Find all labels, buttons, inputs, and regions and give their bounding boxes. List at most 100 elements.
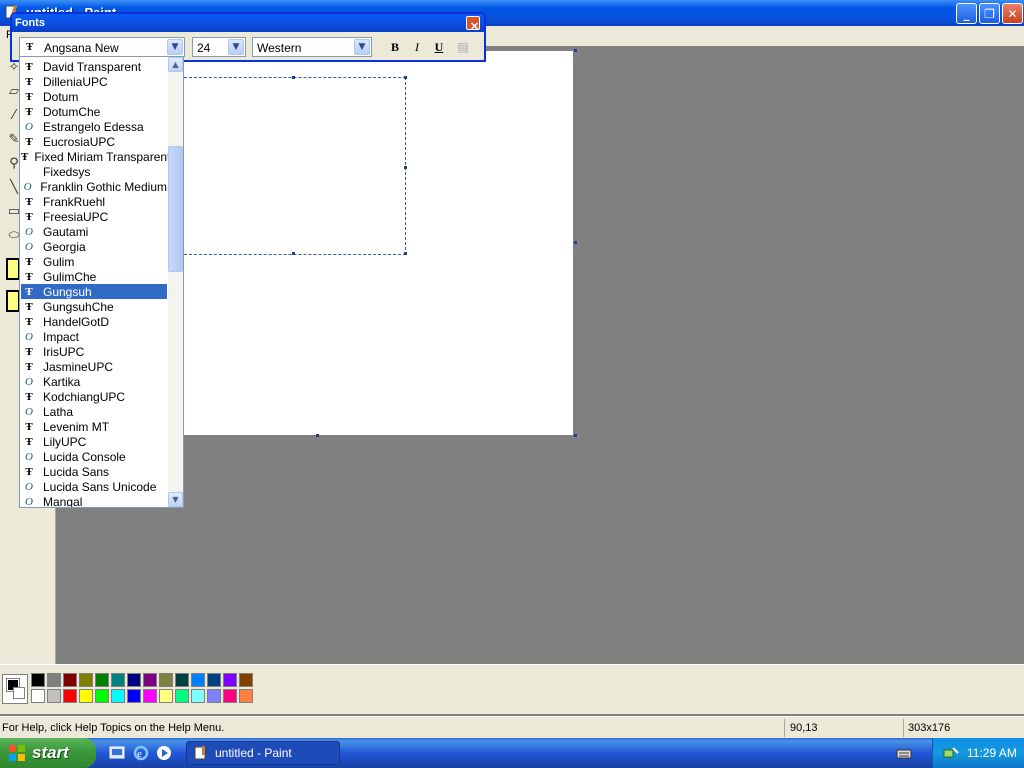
font-list-item[interactable]: O Lucida Sans Unicode xyxy=(21,479,167,494)
color-swatch[interactable] xyxy=(79,689,93,703)
font-list-item[interactable]: O Estrangelo Edessa xyxy=(21,119,167,134)
font-list-item[interactable]: Ŧ HandelGotD xyxy=(21,314,167,329)
color-swatch[interactable] xyxy=(111,673,125,687)
color-swatch[interactable] xyxy=(127,689,141,703)
color-swatch[interactable] xyxy=(143,673,157,687)
resize-handle[interactable] xyxy=(404,76,407,79)
color-swatch[interactable] xyxy=(159,673,173,687)
color-swatch[interactable] xyxy=(31,673,45,687)
color-swatch[interactable] xyxy=(159,689,173,703)
minimize-button[interactable]: _ xyxy=(956,3,977,24)
chevron-down-icon[interactable]: ▼ xyxy=(228,39,244,55)
font-list-item[interactable]: Ŧ DilleniaUPC xyxy=(21,74,167,89)
color-swatch[interactable] xyxy=(63,673,77,687)
font-list-item-label: KodchiangUPC xyxy=(43,389,126,404)
keyboard-icon[interactable] xyxy=(896,746,912,762)
color-swatch[interactable] xyxy=(207,689,221,703)
color-swatch[interactable] xyxy=(31,689,45,703)
font-list-item[interactable]: Fixedsys xyxy=(21,164,167,179)
opaque-option[interactable] xyxy=(6,258,20,280)
chevron-down-icon[interactable]: ▼ xyxy=(354,39,370,55)
color-swatch[interactable] xyxy=(63,689,77,703)
font-list-item[interactable]: Ŧ Fixed Miriam Transparent xyxy=(21,149,170,164)
color-swatch[interactable] xyxy=(191,689,205,703)
font-list-item[interactable]: O Gautami xyxy=(21,224,167,239)
network-icon[interactable] xyxy=(943,745,959,761)
chevron-down-icon[interactable]: ▼ xyxy=(167,39,183,55)
font-list-item[interactable]: Ŧ GulimChe xyxy=(21,269,167,284)
font-list-item[interactable]: Ŧ Gulim xyxy=(21,254,167,269)
font-list-item[interactable]: O Georgia xyxy=(21,239,167,254)
font-list-item[interactable]: Ŧ FrankRuehl xyxy=(21,194,167,209)
font-list-item[interactable]: Ŧ EucrosiaUPC xyxy=(21,134,167,149)
font-list-item[interactable]: Ŧ Gungsuh xyxy=(21,284,167,299)
vertical-text-button[interactable]: ▤ xyxy=(453,38,473,56)
italic-button[interactable]: I xyxy=(407,38,427,56)
scroll-up-button[interactable]: ▲ xyxy=(168,57,183,72)
opentype-icon: O xyxy=(25,225,33,238)
font-list-item[interactable]: Ŧ LilyUPC xyxy=(21,434,167,449)
canvas-resize-handle[interactable] xyxy=(316,434,319,437)
color-swatch[interactable] xyxy=(223,673,237,687)
bold-button[interactable]: B xyxy=(385,38,405,56)
resize-handle[interactable] xyxy=(404,252,407,255)
font-list-item[interactable]: Ŧ JasmineUPC xyxy=(21,359,167,374)
font-name-dropdown[interactable]: Ŧ Angsana New ▼ xyxy=(19,37,185,57)
color-swatch[interactable] xyxy=(47,689,61,703)
maximize-button[interactable]: ❐ xyxy=(979,3,1000,24)
font-list-item[interactable]: Ŧ FreesiaUPC xyxy=(21,209,167,224)
font-list-item[interactable]: Ŧ DotumChe xyxy=(21,104,167,119)
scroll-down-button[interactable]: ▼ xyxy=(168,492,183,507)
resize-handle[interactable] xyxy=(404,166,407,169)
font-list-dropdown[interactable]: Ŧ David Transparent Ŧ DilleniaUPC Ŧ Dotum Ŧ Dot… xyxy=(19,56,184,508)
font-size-dropdown[interactable]: 24 ▼ xyxy=(192,37,246,57)
color-swatch[interactable] xyxy=(239,689,253,703)
canvas-resize-handle[interactable] xyxy=(574,49,577,52)
color-swatch[interactable] xyxy=(127,673,141,687)
font-list-item[interactable]: O Lucida Console xyxy=(21,449,167,464)
color-swatch[interactable] xyxy=(191,673,205,687)
color-swatch[interactable] xyxy=(239,673,253,687)
font-list-item[interactable]: Ŧ Dotum xyxy=(21,89,167,104)
font-list-item[interactable]: O Kartika xyxy=(21,374,167,389)
close-button[interactable]: ✕ xyxy=(1002,3,1023,24)
color-swatch[interactable] xyxy=(95,689,109,703)
show-desktop-icon[interactable] xyxy=(108,744,126,762)
resize-handle[interactable] xyxy=(292,76,295,79)
font-list-item[interactable]: Ŧ GungsuhChe xyxy=(21,299,167,314)
media-player-icon[interactable] xyxy=(155,744,173,762)
font-list-item[interactable]: O Impact xyxy=(21,329,167,344)
font-list-item[interactable]: Ŧ David Transparent xyxy=(21,59,167,74)
transparent-option[interactable] xyxy=(6,290,20,312)
color-swatch[interactable] xyxy=(79,673,93,687)
scroll-thumb[interactable] xyxy=(168,145,183,272)
script-dropdown[interactable]: Western ▼ xyxy=(252,37,372,57)
internet-explorer-icon[interactable]: e xyxy=(132,744,150,762)
font-list-item[interactable]: O Latha xyxy=(21,404,167,419)
font-list-item[interactable]: Ŧ Levenim MT xyxy=(21,419,167,434)
font-list-scrollbar[interactable]: ▲ ▼ xyxy=(168,57,183,507)
start-button[interactable]: start xyxy=(0,738,96,768)
font-list-item[interactable]: O Franklin Gothic Medium xyxy=(21,179,167,194)
font-list-item[interactable]: Ŧ KodchiangUPC xyxy=(21,389,167,404)
color-swatch[interactable] xyxy=(175,689,189,703)
color-swatch[interactable] xyxy=(223,689,237,703)
taskbar-clock[interactable]: 11:29 AM xyxy=(967,746,1017,760)
font-list-item[interactable]: O Mangal xyxy=(21,494,167,508)
color-swatch[interactable] xyxy=(111,689,125,703)
canvas-resize-handle[interactable] xyxy=(574,434,577,437)
resize-handle[interactable] xyxy=(292,252,295,255)
color-swatch[interactable] xyxy=(95,673,109,687)
fonts-titlebar[interactable]: Fonts ✕ xyxy=(12,14,484,33)
fonts-close-button[interactable]: ✕ xyxy=(466,16,480,33)
color-swatch[interactable] xyxy=(175,673,189,687)
color-swatch[interactable] xyxy=(207,673,221,687)
color-swatch[interactable] xyxy=(47,673,61,687)
canvas-resize-handle[interactable] xyxy=(574,241,577,244)
underline-button[interactable]: U xyxy=(429,38,449,56)
font-list-item[interactable]: Ŧ Lucida Sans xyxy=(21,464,167,479)
color-swatch[interactable] xyxy=(143,689,157,703)
text-selection-box[interactable] xyxy=(178,76,407,255)
font-list-item[interactable]: Ŧ IrisUPC xyxy=(21,344,167,359)
taskbar-paint-button[interactable]: untitled - Paint xyxy=(186,741,340,765)
